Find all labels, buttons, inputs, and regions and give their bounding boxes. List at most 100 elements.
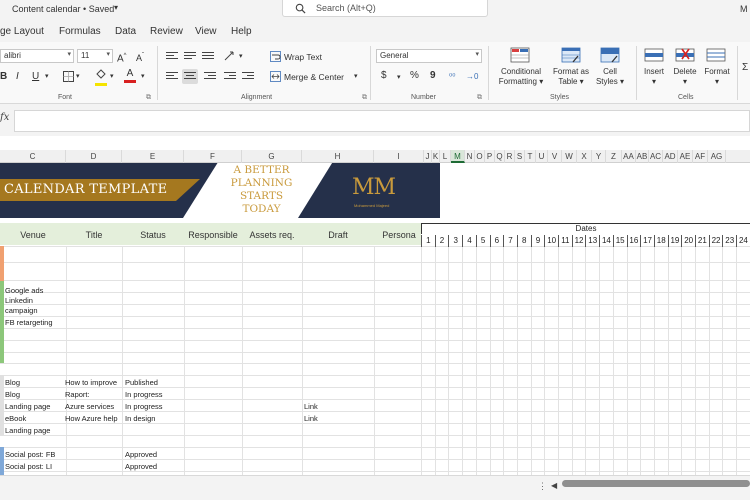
column-header-x[interactable]: X bbox=[577, 150, 592, 163]
column-header-af[interactable]: AF bbox=[693, 150, 708, 163]
chevron-down-icon[interactable]: ▾ bbox=[114, 3, 118, 12]
column-header-k[interactable]: K bbox=[432, 150, 440, 163]
date-day-24[interactable]: 24 bbox=[736, 235, 750, 247]
wrap-text-icon[interactable] bbox=[270, 51, 281, 62]
date-day-2[interactable]: 2 bbox=[434, 235, 449, 247]
cell-venue[interactable]: Landing page bbox=[5, 402, 50, 412]
tab-page-layout[interactable]: ge Layout bbox=[0, 26, 44, 37]
comma-style-button[interactable]: 9 bbox=[430, 70, 436, 82]
cell-status[interactable]: Approved bbox=[125, 462, 157, 472]
user-avatar[interactable]: M bbox=[740, 4, 748, 14]
header-status[interactable]: Status bbox=[122, 230, 184, 240]
date-day-10[interactable]: 10 bbox=[544, 235, 558, 247]
delete-cells-icon[interactable] bbox=[675, 46, 695, 64]
cell-venue[interactable]: Social post: LI bbox=[5, 462, 52, 472]
column-header-j[interactable]: J bbox=[424, 150, 432, 163]
column-header-o[interactable]: O bbox=[475, 150, 485, 163]
date-day-13[interactable]: 13 bbox=[585, 235, 599, 247]
date-day-17[interactable]: 17 bbox=[640, 235, 654, 247]
function-icon[interactable]: fx bbox=[0, 112, 9, 123]
header-responsible[interactable]: Responsible bbox=[184, 230, 242, 240]
column-header-l[interactable]: L bbox=[440, 150, 451, 163]
date-day-15[interactable]: 15 bbox=[612, 235, 627, 247]
decrease-indent-icon[interactable] bbox=[224, 72, 236, 82]
date-day-3[interactable]: 3 bbox=[448, 235, 462, 247]
align-bottom-icon[interactable] bbox=[202, 52, 214, 62]
date-day-9[interactable]: 9 bbox=[530, 235, 545, 247]
conditional-formatting-icon[interactable] bbox=[510, 46, 530, 64]
cell-draft[interactable]: Link bbox=[304, 414, 318, 424]
cell-venue[interactable]: eBook bbox=[5, 414, 26, 424]
date-day-11[interactable]: 11 bbox=[558, 235, 572, 247]
font-color-button[interactable]: A bbox=[124, 68, 136, 83]
formula-input[interactable] bbox=[14, 110, 750, 132]
search-box[interactable]: Search (Alt+Q) bbox=[282, 0, 488, 17]
header-persona[interactable]: Persona bbox=[374, 230, 424, 240]
date-day-23[interactable]: 23 bbox=[722, 235, 736, 247]
shrink-font-button[interactable]: Aˇ bbox=[136, 50, 144, 64]
chevron-down-icon[interactable]: ▾ bbox=[45, 71, 49, 83]
cell-title[interactable]: Azure services bbox=[65, 402, 114, 412]
cell-status[interactable]: Approved bbox=[125, 450, 157, 460]
cell-venue[interactable]: Social post: FB bbox=[5, 450, 55, 460]
number-format-select[interactable]: General ▾ bbox=[376, 49, 482, 63]
bold-button[interactable]: B bbox=[0, 71, 7, 83]
delete-button[interactable]: Delete ▾ bbox=[670, 67, 700, 87]
column-header-y[interactable]: Y bbox=[592, 150, 606, 163]
header-draft[interactable]: Draft bbox=[302, 230, 374, 240]
column-header-ae[interactable]: AE bbox=[678, 150, 693, 163]
date-day-5[interactable]: 5 bbox=[475, 235, 490, 247]
align-left-icon[interactable] bbox=[166, 72, 178, 82]
italic-button[interactable]: I bbox=[16, 71, 19, 83]
column-header-n[interactable]: N bbox=[465, 150, 475, 163]
horizontal-scrollbar[interactable] bbox=[562, 480, 750, 487]
insert-button[interactable]: Insert ▾ bbox=[638, 67, 670, 87]
column-header-z[interactable]: Z bbox=[606, 150, 622, 163]
more-options-icon[interactable]: ⋮ bbox=[538, 481, 547, 492]
date-day-18[interactable]: 18 bbox=[653, 235, 668, 247]
date-day-16[interactable]: 16 bbox=[626, 235, 641, 247]
cell-title[interactable]: Raport: bbox=[65, 390, 90, 400]
decrease-decimal-icon[interactable]: →0 bbox=[466, 71, 478, 83]
date-day-6[interactable]: 6 bbox=[489, 235, 504, 247]
merge-center-icon[interactable] bbox=[270, 71, 281, 82]
tab-formulas[interactable]: Formulas bbox=[59, 26, 101, 37]
column-header-g[interactable]: G bbox=[242, 150, 302, 163]
conditional-formatting-button[interactable]: Conditional Formatting ▾ bbox=[497, 67, 545, 87]
chevron-down-icon[interactable]: ▾ bbox=[239, 51, 243, 63]
orientation-icon[interactable] bbox=[223, 50, 237, 62]
cell-styles-button[interactable]: Cell Styles ▾ bbox=[590, 67, 630, 87]
fill-color-button[interactable] bbox=[95, 69, 107, 86]
date-day-19[interactable]: 19 bbox=[667, 235, 682, 247]
align-right-icon[interactable] bbox=[204, 72, 216, 82]
column-header-w[interactable]: W bbox=[562, 150, 577, 163]
column-header-m[interactable]: M bbox=[451, 150, 465, 163]
column-header-ac[interactable]: AC bbox=[649, 150, 663, 163]
font-size-select[interactable]: 11 ▾ bbox=[77, 49, 113, 63]
chevron-down-icon[interactable]: ▾ bbox=[397, 72, 401, 84]
column-header-q[interactable]: Q bbox=[495, 150, 505, 163]
date-day-14[interactable]: 14 bbox=[599, 235, 613, 247]
column-header-u[interactable]: U bbox=[536, 150, 548, 163]
number-dialog-launcher-icon[interactable]: ⧉ bbox=[477, 94, 482, 102]
column-header-s[interactable]: S bbox=[515, 150, 525, 163]
align-center-button[interactable] bbox=[182, 69, 198, 84]
chevron-down-icon[interactable]: ▾ bbox=[354, 71, 358, 83]
column-header-r[interactable]: R bbox=[505, 150, 515, 163]
cell-draft[interactable]: Link bbox=[304, 402, 318, 412]
column-header-f[interactable]: F bbox=[184, 150, 242, 163]
date-day-22[interactable]: 22 bbox=[708, 235, 723, 247]
column-header-h[interactable]: H bbox=[302, 150, 374, 163]
header-assets[interactable]: Assets req. bbox=[242, 230, 302, 240]
grow-font-button[interactable]: A^ bbox=[117, 50, 127, 65]
cell-styles-icon[interactable] bbox=[600, 46, 620, 64]
borders-icon[interactable] bbox=[63, 71, 74, 82]
column-header-t[interactable]: T bbox=[525, 150, 536, 163]
cell-venue[interactable]: Blog bbox=[5, 378, 20, 388]
date-day-1[interactable]: 1 bbox=[421, 235, 435, 247]
date-day-21[interactable]: 21 bbox=[695, 235, 709, 247]
date-day-12[interactable]: 12 bbox=[571, 235, 586, 247]
tab-help[interactable]: Help bbox=[231, 26, 252, 37]
cell-status[interactable]: In design bbox=[125, 414, 155, 424]
date-day-7[interactable]: 7 bbox=[503, 235, 517, 247]
